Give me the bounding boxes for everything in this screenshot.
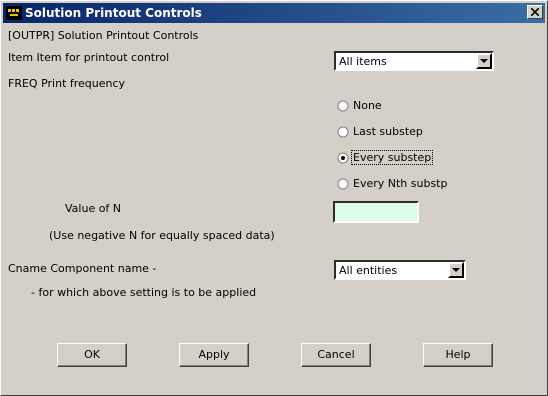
cname-dropdown[interactable]: All entities [334, 260, 466, 280]
cname-sub-label: - for which above setting is to be appli… [31, 286, 257, 299]
apply-button[interactable]: Apply [179, 343, 249, 367]
radio-every-nth-substep-label: Every Nth substp [353, 177, 448, 190]
cname-dropdown-arrow[interactable] [448, 262, 464, 278]
radio-last-substep-label: Last substep [353, 125, 423, 138]
title-bar[interactable]: Solution Printout Controls [3, 3, 545, 23]
radio-button-icon[interactable] [337, 126, 349, 138]
chevron-down-icon [452, 268, 460, 272]
chevron-down-icon [480, 59, 488, 63]
command-label: [OUTPR] Solution Printout Controls [8, 29, 199, 42]
help-button[interactable]: Help [423, 343, 493, 367]
item-dropdown[interactable]: All items [334, 51, 494, 71]
item-dropdown-arrow[interactable] [476, 53, 492, 69]
n-value-label: Value of N [65, 202, 122, 215]
radio-every-substep-label: Every substep [350, 150, 434, 165]
close-button[interactable] [527, 5, 543, 19]
radio-none-label: None [353, 99, 382, 112]
window-title: Solution Printout Controls [25, 6, 202, 20]
item-dropdown-value: All items [339, 55, 387, 68]
item-label: Item Item for printout control [8, 51, 170, 64]
radio-button-selected-icon[interactable] [337, 152, 349, 164]
ansys-app-icon [6, 6, 22, 20]
radio-button-icon[interactable] [337, 178, 349, 190]
radio-button-icon[interactable] [337, 100, 349, 112]
n-value-hint: (Use negative N for equally spaced data) [49, 229, 275, 242]
cname-label: Cname Component name - [8, 262, 157, 275]
cname-dropdown-value: All entities [339, 264, 398, 277]
close-icon [531, 8, 539, 16]
dialog-window: Solution Printout Controls [OUTPR] Solut… [0, 0, 548, 396]
cancel-button[interactable]: Cancel [301, 343, 371, 367]
ok-button[interactable]: OK [57, 343, 127, 367]
freq-label: FREQ Print frequency [8, 77, 126, 90]
n-value-input[interactable] [333, 201, 419, 223]
